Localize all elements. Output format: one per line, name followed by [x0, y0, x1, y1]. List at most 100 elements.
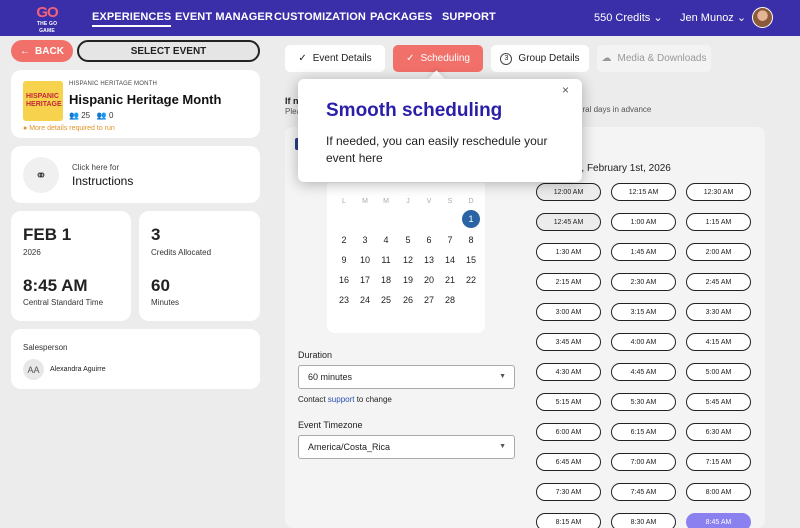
calendar-day[interactable]: 19 [399, 271, 417, 289]
time-slot[interactable]: 8:45 AM [686, 513, 751, 528]
tab-group-details[interactable]: 3 Group Details [491, 45, 589, 72]
calendar-day[interactable]: 8 [462, 231, 480, 249]
time-slot[interactable]: 1:30 AM [536, 243, 601, 261]
user-menu[interactable]: Jen Munoz ⌄ [680, 11, 746, 24]
time-slot[interactable]: 2:45 AM [686, 273, 751, 291]
time-slot[interactable]: 4:15 AM [686, 333, 751, 351]
calendar-day[interactable]: 17 [356, 271, 374, 289]
calendar-day[interactable]: 21 [441, 271, 459, 289]
calendar-day[interactable]: 6 [420, 231, 438, 249]
tab-scheduling[interactable]: ✓ Scheduling [393, 45, 483, 72]
calendar-day[interactable]: 12 [399, 251, 417, 269]
time-slot[interactable]: 5:15 AM [536, 393, 601, 411]
credits-allocated-label: Credits Allocated [151, 248, 212, 257]
nav-experiences[interactable]: EXPERIENCES [92, 11, 172, 27]
time-slot[interactable]: 12:45 AM [536, 213, 601, 231]
calendar-day[interactable]: 1 [462, 210, 480, 228]
calendar-day[interactable]: 24 [356, 291, 374, 309]
time-slot[interactable]: 8:30 AM [611, 513, 676, 528]
time-slot[interactable]: 7:45 AM [611, 483, 676, 501]
time-slot[interactable]: 8:00 AM [686, 483, 751, 501]
tab-event-details[interactable]: ✓ Event Details [285, 45, 385, 72]
calendar-day[interactable]: 16 [335, 271, 353, 289]
calendar-day[interactable]: 3 [356, 231, 374, 249]
calendar-day[interactable]: 14 [441, 251, 459, 269]
cloud-icon: ☁ [601, 53, 612, 64]
time-slot[interactable]: 4:45 AM [611, 363, 676, 381]
calendar-day[interactable]: 9 [335, 251, 353, 269]
avatar[interactable] [752, 7, 773, 28]
time-slot[interactable]: 3:45 AM [536, 333, 601, 351]
chevron-down-icon: ⌄ [736, 12, 747, 24]
time-slot[interactable]: 6:45 AM [536, 453, 601, 471]
tab-label: Media & Downloads [617, 53, 707, 64]
time-slot[interactable]: 6:15 AM [611, 423, 676, 441]
time-slot[interactable]: 2:00 AM [686, 243, 751, 261]
instructions-card[interactable]: ⚭ Click here for Instructions [11, 146, 260, 203]
time-slot[interactable]: 7:15 AM [686, 453, 751, 471]
calendar-day[interactable]: 28 [441, 291, 459, 309]
calendar-day[interactable]: 5 [399, 231, 417, 249]
support-link[interactable]: support [328, 395, 355, 404]
time-slot[interactable]: 3:30 AM [686, 303, 751, 321]
time-slot[interactable]: 5:45 AM [686, 393, 751, 411]
event-card[interactable]: HISPANIC HERITAGE HISPANIC HERITAGE MONT… [11, 70, 260, 138]
nav-packages[interactable]: PACKAGES [370, 11, 432, 23]
tab-media-downloads[interactable]: ☁ Media & Downloads [597, 45, 711, 72]
time-slot[interactable]: 6:30 AM [686, 423, 751, 441]
time-slot[interactable]: 2:30 AM [611, 273, 676, 291]
time-slot[interactable]: 2:15 AM [536, 273, 601, 291]
duration-select[interactable]: 60 minutes ▼ [298, 365, 515, 389]
contact-support-text: Contact support to change [298, 395, 392, 404]
calendar-day[interactable]: 13 [420, 251, 438, 269]
time-slot[interactable]: 8:15 AM [536, 513, 601, 528]
time-slot[interactable]: 7:30 AM [536, 483, 601, 501]
time-slot[interactable]: 5:00 AM [686, 363, 751, 381]
back-button[interactable]: ← BACK [11, 40, 73, 62]
calendar-day[interactable]: 7 [441, 231, 459, 249]
credits-dropdown[interactable]: 550 Credits ⌄ [594, 11, 663, 24]
time-slot[interactable]: 5:30 AM [611, 393, 676, 411]
calendar-day[interactable]: 20 [420, 271, 438, 289]
select-event-button[interactable]: SELECT EVENT [77, 40, 260, 62]
logo-mark: GO [36, 4, 58, 21]
contact-suffix: to change [354, 395, 392, 404]
calendar-day[interactable]: 10 [356, 251, 374, 269]
calendar-weekday: L [342, 198, 346, 205]
close-icon[interactable]: × [562, 83, 569, 97]
time-slot[interactable]: 1:00 AM [611, 213, 676, 231]
time-slot[interactable]: 4:00 AM [611, 333, 676, 351]
calendar-day[interactable]: 22 [462, 271, 480, 289]
calendar-day[interactable]: 18 [377, 271, 395, 289]
event-year: 2026 [23, 248, 41, 257]
calendar-day[interactable]: 27 [420, 291, 438, 309]
teams-icon: 👥 [96, 111, 107, 120]
calendar-day[interactable]: 25 [377, 291, 395, 309]
calendar-day[interactable]: 23 [335, 291, 353, 309]
advance-notice: veral days in advance [574, 105, 652, 114]
time-slot[interactable]: 12:00 AM [536, 183, 601, 201]
timezone-select[interactable]: America/Costa_Rica ▼ [298, 435, 515, 459]
event-minutes-value: 60 [151, 276, 170, 295]
calendar-day[interactable]: 4 [377, 231, 395, 249]
time-slot[interactable]: 12:15 AM [611, 183, 676, 201]
time-slot[interactable]: 4:30 AM [536, 363, 601, 381]
time-slot[interactable]: 12:30 AM [686, 183, 751, 201]
nav-support[interactable]: SUPPORT [442, 11, 496, 23]
calendar-day[interactable]: 2 [335, 231, 353, 249]
time-slot[interactable]: 6:00 AM [536, 423, 601, 441]
calendar-day[interactable]: 15 [462, 251, 480, 269]
time-slot[interactable]: 3:15 AM [611, 303, 676, 321]
logo[interactable]: GO THE GO GAME [30, 4, 64, 35]
time-slot[interactable]: 1:15 AM [686, 213, 751, 231]
time-slot[interactable]: 7:00 AM [611, 453, 676, 471]
calendar-day[interactable]: 11 [377, 251, 395, 269]
calendar-day[interactable]: 26 [399, 291, 417, 309]
time-slot[interactable]: 3:00 AM [536, 303, 601, 321]
duration-value: 60 minutes [308, 372, 353, 382]
event-credits-card: 3 Credits Allocated 60 Minutes [139, 211, 260, 321]
instructions-title: Instructions [72, 174, 134, 188]
nav-event-manager[interactable]: EVENT MANAGER [175, 11, 273, 23]
time-slot[interactable]: 1:45 AM [611, 243, 676, 261]
nav-customization[interactable]: CUSTOMIZATION [274, 11, 366, 23]
